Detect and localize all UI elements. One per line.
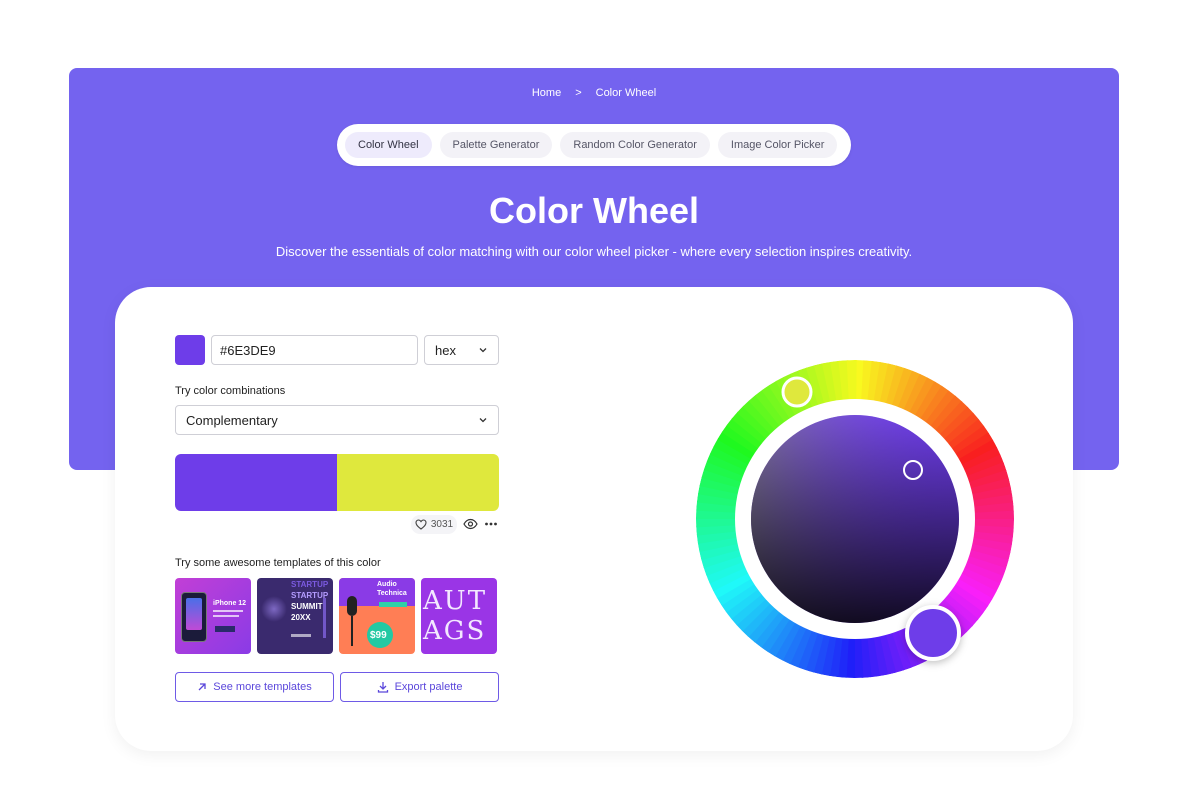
color-wheel-page: Home > Color Wheel Color Wheel Palette G… [0,0,1188,800]
eye-icon[interactable] [463,517,478,531]
palette-color-2[interactable] [337,454,499,511]
template-text: SUMMIT [291,602,323,611]
combo-label: Try color combinations [175,385,286,397]
template-text: 20XX [291,613,311,622]
primary-hue-handle[interactable] [905,605,961,661]
chevron-down-icon [479,348,487,353]
template-text: Technica [377,590,407,597]
breadcrumb-home[interactable]: Home [532,86,561,100]
hex-input[interactable] [211,335,418,365]
template-text: Audio [377,581,397,588]
template-thumbnail[interactable]: STARTUP STARTUP SUMMIT 20XX [257,578,333,654]
export-palette-label: Export palette [394,681,463,693]
tab-color-wheel[interactable]: Color Wheel [345,132,432,158]
page-title: Color Wheel [488,190,699,231]
format-select-value: hex [435,342,456,358]
download-icon [377,682,388,693]
template-thumbnail[interactable]: AUTAGS [421,578,497,654]
template-text: iPhone 12 [213,600,247,607]
export-palette-button[interactable]: Export palette [340,672,499,702]
complementary-hue-handle[interactable] [781,376,813,408]
tab-image-color-picker[interactable]: Image Color Picker [717,132,838,158]
template-text: AUTAGS [423,586,488,646]
palette-preview [175,454,499,511]
like-button[interactable]: 3031 [411,515,457,534]
breadcrumb-separator: > [575,87,582,99]
chevron-down-icon [479,418,487,423]
template-text: STARTUP [291,580,329,589]
heart-icon [415,519,427,530]
tab-palette-generator[interactable]: Palette Generator [439,132,553,158]
combination-select[interactable]: Complementary [175,405,499,435]
tab-random-color-generator[interactable]: Random Color Generator [560,132,710,158]
template-thumbnail[interactable]: iPhone 12 [175,578,251,654]
arrow-up-right-icon [198,683,206,691]
breadcrumb-current: Color Wheel [595,87,657,99]
current-color-swatch[interactable] [175,335,205,365]
breadcrumb: Home > Color Wheel [0,86,1188,100]
see-more-templates-label: See more templates [213,681,312,693]
palette-color-1[interactable] [175,454,337,511]
template-list: iPhone 12 STARTUP STARTUP SUMMIT 20XX Au… [175,578,497,654]
color-wheel[interactable] [696,360,1014,678]
format-select[interactable]: hex [424,335,499,365]
template-thumbnail[interactable]: Audio Technica $99 [339,578,415,654]
more-options-icon[interactable] [484,517,498,531]
template-text: $99 [370,630,387,641]
page-subtitle: Discover the essentials of color matchin… [275,244,913,259]
like-count: 3031 [430,519,454,530]
tool-tabs: Color Wheel Palette Generator Random Col… [337,124,851,166]
combination-select-value: Complementary [186,412,278,428]
see-more-templates-button[interactable]: See more templates [175,672,334,702]
templates-label: Try some awesome templates of this color [175,557,381,569]
